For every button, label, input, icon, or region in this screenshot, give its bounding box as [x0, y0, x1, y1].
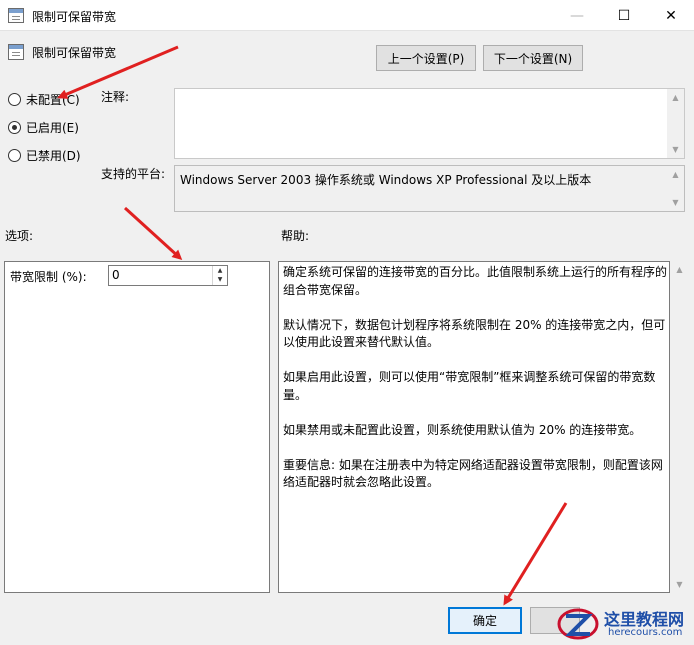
bandwidth-spinner[interactable]: 0 ▲ ▼	[108, 265, 228, 286]
bandwidth-label: 带宽限制 (%):	[10, 270, 87, 284]
policy-name: 限制可保留带宽	[32, 46, 117, 60]
help-paragraph: 确定系统可保留的连接带宽的百分比。此值限制系统上运行的所有程序的组合带宽保留。	[283, 265, 668, 297]
radio-label: 已禁用(D)	[26, 149, 81, 163]
previous-setting-button[interactable]: 上一个设置(P)	[376, 45, 476, 71]
options-panel	[4, 261, 270, 593]
help-text: 确定系统可保留的连接带宽的百分比。此值限制系统上运行的所有程序的组合带宽保留。 …	[283, 264, 667, 509]
radio-circle[interactable]	[8, 121, 21, 134]
scroll-up-icon[interactable]: ▲	[667, 166, 684, 183]
platform-box: Windows Server 2003 操作系统或 Windows XP Pro…	[174, 165, 685, 212]
help-panel: 确定系统可保留的连接带宽的百分比。此值限制系统上运行的所有程序的组合带宽保留。 …	[278, 261, 670, 593]
comment-scrollbar[interactable]: ▲ ▼	[667, 89, 684, 158]
scroll-down-icon[interactable]: ▼	[671, 576, 688, 593]
scroll-down-icon[interactable]: ▼	[667, 141, 684, 158]
spinner-buttons[interactable]: ▲ ▼	[212, 266, 227, 285]
scroll-up-icon[interactable]: ▲	[667, 89, 684, 106]
next-setting-button[interactable]: 下一个设置(N)	[483, 45, 583, 71]
platform-label: 支持的平台:	[101, 167, 166, 181]
help-label: 帮助:	[281, 229, 310, 243]
radio-disabled[interactable]: 已禁用(D)	[8, 147, 81, 164]
title-bar: 限制可保留带宽 — ☐ ✕	[0, 0, 694, 31]
scroll-down-icon[interactable]: ▼	[667, 194, 684, 211]
close-button[interactable]: ✕	[648, 0, 694, 31]
comment-textarea[interactable]: ▲ ▼	[174, 88, 685, 159]
radio-not-configured[interactable]: 未配置(C)	[8, 91, 80, 108]
radio-label: 未配置(C)	[26, 93, 80, 107]
spin-down-icon[interactable]: ▼	[213, 275, 227, 284]
maximize-button[interactable]: ☐	[601, 0, 647, 31]
comment-label: 注释:	[101, 90, 130, 104]
help-paragraph: 默认情况下，数据包计划程序将系统限制在 20% 的连接带宽之内，但可以使用此设置…	[283, 317, 666, 350]
watermark-url: herecours.com	[608, 627, 683, 638]
help-scrollbar[interactable]: ▲ ▼	[671, 261, 688, 593]
radio-label: 已启用(E)	[26, 121, 79, 135]
policy-setting-icon	[8, 44, 24, 60]
watermark-logo-icon	[557, 608, 599, 640]
watermark: 这里教程网 herecours.com	[556, 602, 694, 645]
scroll-up-icon[interactable]: ▲	[671, 261, 688, 278]
policy-window-icon	[8, 8, 24, 23]
arrow-to-bandwidth-spinner	[123, 206, 183, 261]
spin-up-icon[interactable]: ▲	[213, 266, 227, 275]
platform-value: Windows Server 2003 操作系统或 Windows XP Pro…	[180, 173, 592, 187]
ok-button[interactable]: 确定	[448, 607, 522, 634]
radio-circle[interactable]	[8, 149, 21, 162]
platform-scrollbar[interactable]: ▲ ▼	[667, 166, 684, 211]
help-paragraph: 如果启用此设置，则可以使用“带宽限制”框来调整系统可保留的带宽数量。	[283, 370, 656, 402]
bandwidth-value[interactable]: 0	[112, 268, 120, 282]
radio-enabled[interactable]: 已启用(E)	[8, 119, 79, 136]
radio-circle[interactable]	[8, 93, 21, 106]
help-paragraph: 如果禁用或未配置此设置，则系统使用默认值为 20% 的连接带宽。	[283, 422, 642, 437]
minimize-button[interactable]: —	[554, 0, 600, 31]
help-paragraph: 重要信息: 如果在注册表中为特定网络适配器设置带宽限制，则配置该网络适配器时就会…	[283, 457, 663, 490]
options-label: 选项:	[5, 229, 34, 243]
window-title: 限制可保留带宽	[32, 10, 117, 24]
